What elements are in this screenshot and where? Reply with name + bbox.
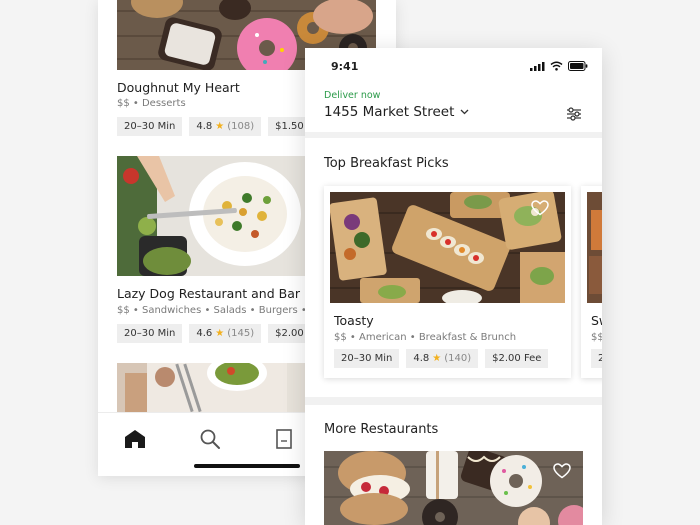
delivery-header: Deliver now 1455 Market Street	[305, 82, 602, 132]
address-selector[interactable]: 1455 Market Street	[324, 104, 469, 120]
restaurant-chips: 20–30 Min 4.6 ★ (145) $2.00 Fee	[117, 324, 332, 343]
orders-icon[interactable]	[272, 427, 296, 451]
status-time: 9:41	[331, 60, 359, 73]
review-count: (140)	[444, 353, 472, 364]
status-bar: 9:41	[305, 48, 602, 82]
rating-value: 4.6	[196, 328, 213, 339]
battery-icon	[568, 61, 588, 71]
home-indicator	[194, 464, 300, 468]
delivery-fee-chip: $2.00 Fee	[485, 349, 549, 368]
restaurant-chips: 20–30 Min 4.8 ★ (140) $2.00 Fee	[334, 349, 549, 368]
favorite-heart-icon[interactable]	[531, 200, 549, 216]
search-icon[interactable]	[198, 427, 222, 451]
address-text[interactable]: 1455 Market Street	[324, 104, 454, 120]
section-title: More Restaurants	[324, 422, 439, 437]
rating-chip: 4.8 ★ (140)	[406, 349, 479, 368]
star-icon: ★	[432, 353, 442, 364]
home-icon[interactable]	[123, 427, 147, 451]
restaurant-chips: 20–30 Min 4.8 ★ (108) $1.50 Fee	[117, 117, 332, 136]
restaurant-name[interactable]: Doughnut My Heart	[117, 80, 240, 95]
more-restaurants-section: More Restaurants	[305, 405, 602, 525]
review-count: (145)	[227, 328, 255, 339]
star-icon: ★	[215, 328, 225, 339]
top-picks-section: Top Breakfast Picks Toasty $$ • American…	[305, 138, 602, 397]
wifi-icon	[550, 61, 563, 71]
delivery-time-chip: 20–30 Min	[117, 117, 183, 136]
restaurant-meta: $$	[591, 332, 602, 343]
filter-icon[interactable]	[566, 106, 582, 122]
restaurant-photo-toast[interactable]	[330, 192, 565, 303]
delivery-time-chip: 2	[591, 349, 602, 368]
restaurant-name[interactable]: Lazy Dog Restaurant and Bar	[117, 286, 300, 301]
status-icons	[530, 61, 588, 71]
rating-chip: 4.6 ★ (145)	[189, 324, 262, 343]
rating-value: 4.8	[196, 121, 213, 132]
favorite-heart-icon[interactable]	[553, 463, 571, 479]
restaurant-photo-peek[interactable]	[587, 192, 602, 303]
review-count: (108)	[227, 121, 255, 132]
restaurant-name[interactable]: Sw	[591, 313, 602, 328]
restaurant-name[interactable]: Toasty	[334, 313, 374, 328]
section-title: Top Breakfast Picks	[324, 156, 449, 171]
restaurant-meta: $$ • American • Breakfast & Brunch	[334, 332, 517, 343]
front-phone-screen: 9:41 Deliver now 1455 Market Street Top …	[305, 48, 602, 525]
rating-value: 4.8	[413, 353, 430, 364]
restaurant-card[interactable]: Toasty $$ • American • Breakfast & Brunc…	[324, 186, 571, 378]
restaurant-photo-donuts[interactable]	[324, 451, 583, 525]
restaurant-chips: 2	[591, 349, 602, 368]
delivery-time-chip: 20–30 Min	[117, 324, 183, 343]
rating-chip: 4.8 ★ (108)	[189, 117, 262, 136]
restaurant-card-peek[interactable]: Sw $$ 2	[581, 186, 602, 378]
signal-icon	[530, 61, 545, 71]
restaurant-meta: $$ • Desserts	[117, 98, 186, 109]
restaurant-meta: $$ • Sandwiches • Salads • Burgers • Am	[117, 305, 327, 316]
star-icon: ★	[215, 121, 225, 132]
chevron-down-icon[interactable]	[460, 109, 469, 115]
delivery-time-chip: 20–30 Min	[334, 349, 400, 368]
deliver-now-label[interactable]: Deliver now	[324, 90, 380, 101]
